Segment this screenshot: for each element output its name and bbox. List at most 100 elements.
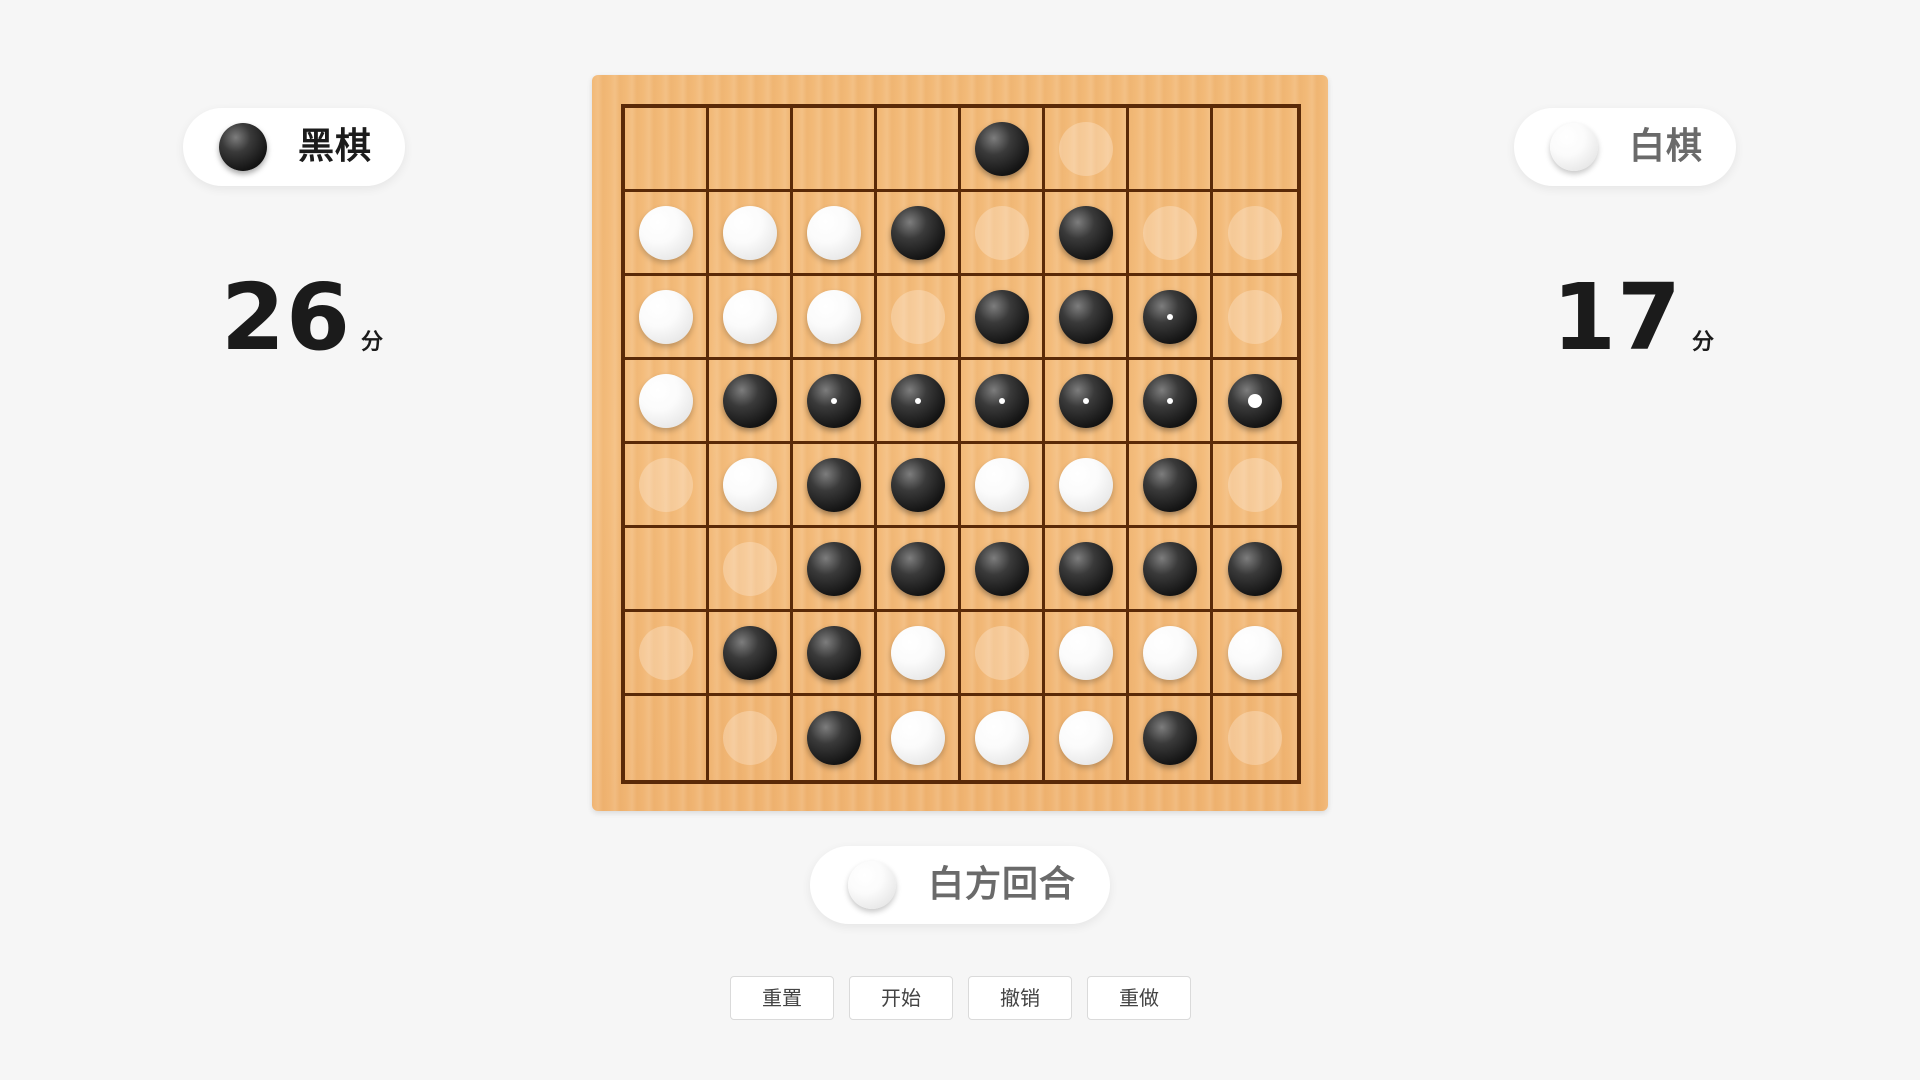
board-cell[interactable] [1045, 192, 1129, 276]
board-cell[interactable] [1129, 192, 1213, 276]
control-bar: 重置 开始 撤销 重做 [730, 976, 1191, 1020]
board-cell[interactable] [1129, 276, 1213, 360]
board-cell[interactable] [961, 108, 1045, 192]
move-hint [890, 289, 945, 344]
board-cell[interactable] [793, 696, 877, 780]
board-cell[interactable] [793, 276, 877, 360]
redo-button[interactable]: 重做 [1087, 976, 1191, 1020]
move-hint [722, 541, 777, 596]
turn-indicator: 白方回合 [810, 846, 1110, 924]
board-cell[interactable] [793, 444, 877, 528]
move-hint [974, 625, 1029, 680]
board-cell[interactable] [877, 528, 961, 612]
board-cell[interactable] [625, 444, 709, 528]
move-hint [638, 625, 693, 680]
black-stone [1142, 457, 1197, 512]
board-cell[interactable] [1045, 360, 1129, 444]
move-hint [1228, 711, 1282, 765]
board-cell[interactable] [877, 444, 961, 528]
board-cell[interactable] [961, 276, 1045, 360]
board-cell[interactable] [1213, 108, 1297, 192]
board-cell[interactable] [1129, 108, 1213, 192]
board-cell[interactable] [1213, 444, 1297, 528]
board-cell[interactable] [1213, 192, 1297, 276]
board-cell[interactable] [961, 192, 1045, 276]
last-move-marker [1248, 393, 1262, 408]
board-cell[interactable] [1213, 696, 1297, 780]
board-cell[interactable] [877, 192, 961, 276]
board-cell[interactable] [961, 528, 1045, 612]
start-button[interactable]: 开始 [849, 976, 953, 1020]
board-cell[interactable] [1129, 528, 1213, 612]
board-cell[interactable] [877, 108, 961, 192]
flip-marker [1166, 313, 1173, 320]
flip-marker [1082, 397, 1089, 404]
board-cell[interactable] [709, 108, 793, 192]
reset-button[interactable]: 重置 [730, 976, 834, 1020]
board-cell[interactable] [877, 612, 961, 696]
white-score-unit: 分 [1692, 330, 1715, 355]
white-stone [1142, 625, 1197, 680]
board-cell[interactable] [625, 276, 709, 360]
board-cell[interactable] [709, 696, 793, 780]
board-cell[interactable] [793, 360, 877, 444]
board-cell[interactable] [1129, 696, 1213, 780]
board-cell[interactable] [709, 612, 793, 696]
board-cell[interactable] [961, 696, 1045, 780]
black-stone [890, 457, 945, 512]
black-stone [890, 373, 945, 428]
board-cell[interactable] [625, 360, 709, 444]
black-stone [806, 373, 861, 428]
board-cell[interactable] [877, 360, 961, 444]
board-cell[interactable] [1213, 528, 1297, 612]
board-cell[interactable] [709, 444, 793, 528]
board-cell[interactable] [961, 444, 1045, 528]
board-grid [621, 104, 1301, 784]
board-cell[interactable] [625, 612, 709, 696]
move-hint [1228, 289, 1282, 344]
board-cell[interactable] [793, 108, 877, 192]
board-cell[interactable] [961, 612, 1045, 696]
board-cell[interactable] [709, 528, 793, 612]
black-stone-icon [219, 123, 267, 171]
board-cell[interactable] [1213, 276, 1297, 360]
board-cell[interactable] [1129, 444, 1213, 528]
white-player-label: 白棋 [1629, 126, 1704, 167]
board-cell[interactable] [1045, 108, 1129, 192]
board-cell[interactable] [793, 528, 877, 612]
board-cell[interactable] [625, 192, 709, 276]
flip-marker [914, 397, 921, 404]
board-cell[interactable] [625, 696, 709, 780]
board-cell[interactable] [1045, 276, 1129, 360]
board-cell[interactable] [793, 612, 877, 696]
black-score: 26 分 [221, 272, 383, 364]
black-stone [722, 625, 777, 680]
board-cell[interactable] [1213, 612, 1297, 696]
board-cell[interactable] [877, 696, 961, 780]
game-board [592, 75, 1328, 811]
white-score: 17 分 [1552, 272, 1715, 364]
black-stone [1058, 541, 1113, 596]
board-cell[interactable] [709, 276, 793, 360]
board-cell[interactable] [625, 528, 709, 612]
board-cell[interactable] [1045, 696, 1129, 780]
board-cell[interactable] [793, 192, 877, 276]
board-cell[interactable] [877, 276, 961, 360]
board-cell[interactable] [1129, 360, 1213, 444]
undo-button[interactable]: 撤销 [968, 976, 1072, 1020]
board-cell[interactable] [1213, 360, 1297, 444]
move-hint [722, 711, 777, 765]
black-stone [806, 541, 861, 596]
black-stone [890, 541, 945, 596]
board-cell[interactable] [1129, 612, 1213, 696]
board-cell[interactable] [1045, 528, 1129, 612]
move-hint [638, 457, 693, 512]
board-cell[interactable] [709, 360, 793, 444]
board-cell[interactable] [1045, 612, 1129, 696]
board-cell[interactable] [961, 360, 1045, 444]
white-score-value: 17 [1552, 264, 1683, 371]
board-cell[interactable] [709, 192, 793, 276]
board-cell[interactable] [1045, 444, 1129, 528]
board-cell[interactable] [625, 108, 709, 192]
black-stone [890, 205, 945, 260]
